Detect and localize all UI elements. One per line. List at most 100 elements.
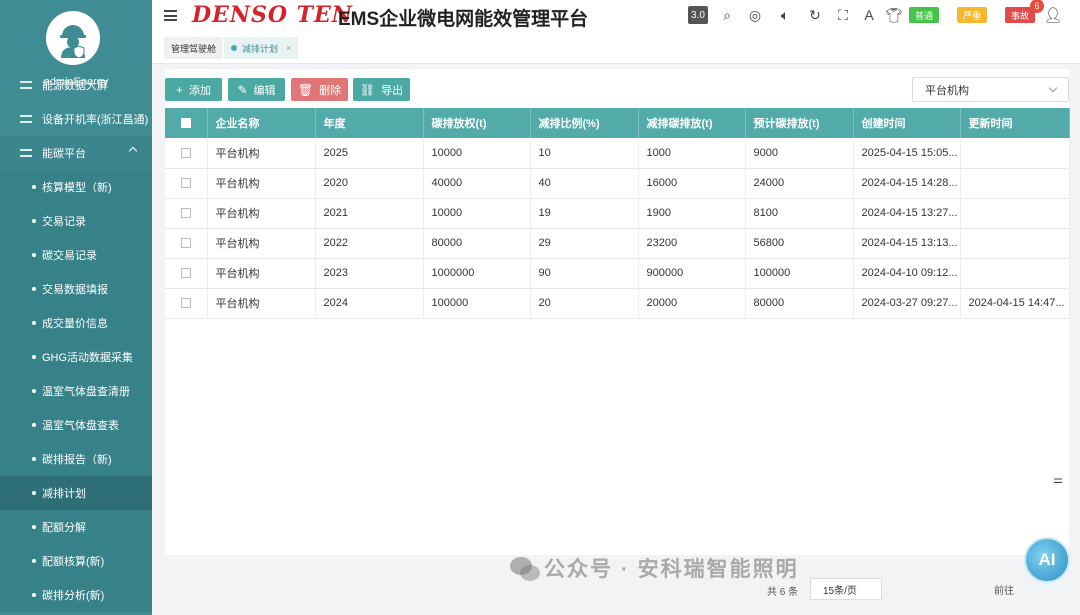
- column-header[interactable]: 预计碳排放(t): [745, 108, 854, 138]
- goto-label: 前往: [994, 586, 1014, 597]
- column-header[interactable]: 创建时间: [853, 108, 961, 138]
- chevron-up-icon[interactable]: [128, 146, 138, 156]
- column-header[interactable]: 减排碳排放(t): [638, 108, 746, 138]
- watermark-text: 公众号 · 安科瑞智能照明: [544, 558, 799, 581]
- export-button[interactable]: ⛓︎ 导出: [353, 78, 410, 101]
- menu-icon: [20, 149, 32, 157]
- menu-toggle-icon[interactable]: [164, 10, 177, 21]
- sidebar-item-6[interactable]: 交易数据填报: [0, 272, 152, 306]
- table-cell: 平台机构: [207, 198, 316, 229]
- select-all-checkbox[interactable]: [165, 108, 208, 138]
- sidebar-item-3[interactable]: 核算模型（新): [0, 170, 152, 204]
- menu-icon: [20, 115, 32, 123]
- sidebar-item-11[interactable]: 碳排报告（新): [0, 442, 152, 476]
- tabs-bar: 管理驾驶舱 减排计划 ×: [152, 33, 1080, 64]
- sidebar-item-0[interactable]: 能源数据大屏: [0, 68, 152, 102]
- row-checkbox[interactable]: [165, 138, 208, 169]
- sidebar-item-label: 交易数据填报: [42, 284, 108, 296]
- sidebar-item-label: 碳排报告（新): [42, 454, 112, 466]
- bullet-icon: [32, 457, 36, 461]
- column-settings-icon[interactable]: ⚌: [1053, 473, 1067, 487]
- sidebar-item-9[interactable]: 温室气体盘查清册: [0, 374, 152, 408]
- row-checkbox[interactable]: [165, 168, 208, 199]
- table-cell: 23200: [638, 228, 746, 259]
- tab-reduction-plan[interactable]: 减排计划 ×: [224, 37, 299, 59]
- column-header[interactable]: 年度: [315, 108, 424, 138]
- table-cell: 20000: [638, 288, 746, 319]
- total-count: 共 6 条: [767, 587, 799, 598]
- table-cell: 2025: [315, 138, 424, 169]
- user-icon[interactable]: 👤︎: [1043, 6, 1062, 24]
- avatar[interactable]: [46, 11, 100, 65]
- sidebar-item-14[interactable]: 配额核算(新): [0, 544, 152, 578]
- sidebar-item-label: 碳排分析(新): [42, 590, 105, 602]
- page-size-select[interactable]: 15条/页: [810, 578, 882, 600]
- column-header[interactable]: 碳排放权(t): [423, 108, 531, 138]
- tab-dashboard[interactable]: 管理驾驶舱: [164, 37, 224, 59]
- table-row[interactable]: 平台机构 2024 100000 20 20000 80000 2024-03-27 09:…: [165, 288, 1070, 319]
- delete-button[interactable]: 🗑︎ 删除: [291, 78, 348, 101]
- table-cell: 1900: [638, 198, 746, 229]
- checkbox-icon: [180, 298, 191, 309]
- column-header[interactable]: 更新时间: [960, 108, 1070, 138]
- sidebar-item-4[interactable]: 交易记录: [0, 204, 152, 238]
- table-row[interactable]: 平台机构 2023 1000000 90 900000 100000 2024-04-10 …: [165, 258, 1070, 289]
- refresh-icon[interactable]: ↻: [806, 6, 824, 24]
- plus-icon: +: [175, 82, 183, 97]
- link-icon: ⛓︎: [359, 82, 376, 97]
- table-cell: 10: [530, 138, 639, 169]
- alarm-normal-tag[interactable]: 普通: [909, 7, 940, 23]
- table-cell: 10000: [423, 138, 531, 169]
- sidebar-item-1[interactable]: 设备开机率(浙江昌通): [0, 102, 152, 136]
- checkbox-icon: [180, 147, 191, 158]
- table-row[interactable]: 平台机构 2020 40000 40 16000 24000 2024-04-15 14:2…: [165, 168, 1070, 199]
- table-cell: 平台机构: [207, 288, 316, 319]
- sidebar-item-13[interactable]: 配额分解: [0, 510, 152, 544]
- translate-icon[interactable]: A: [860, 6, 878, 24]
- sidebar-item-12[interactable]: 减排计划: [0, 476, 152, 510]
- row-checkbox[interactable]: [165, 258, 208, 289]
- bullet-icon: [32, 185, 36, 189]
- column-header[interactable]: 企业名称: [207, 108, 316, 138]
- sidebar-item-label: 交易记录: [42, 216, 86, 228]
- sidebar-item-10[interactable]: 温室气体盘查表: [0, 408, 152, 442]
- sidebar-item-15[interactable]: 碳排分析(新): [0, 578, 152, 612]
- table-cell: 16000: [638, 168, 746, 199]
- sidebar-item-label: 核算模型（新): [42, 182, 112, 194]
- worker-avatar-icon: [60, 25, 86, 58]
- bullet-icon: [32, 389, 36, 393]
- close-icon[interactable]: ×: [286, 43, 291, 53]
- table-cell: 29: [530, 228, 639, 259]
- table-cell: 80000: [423, 228, 531, 259]
- volume-icon[interactable]: 🔈︎: [776, 6, 794, 24]
- edit-button[interactable]: ✎ 编辑: [228, 78, 285, 101]
- sidebar-item-label: 成交量价信息: [42, 318, 108, 330]
- tab-label: 减排计划: [242, 43, 279, 54]
- table-cell: [960, 258, 1070, 289]
- row-checkbox[interactable]: [165, 288, 208, 319]
- version-badge[interactable]: 3.0: [688, 6, 708, 24]
- organization-select[interactable]: 平台机构: [912, 77, 1069, 102]
- fullscreen-icon[interactable]: ⛶: [834, 6, 852, 24]
- row-checkbox[interactable]: [165, 198, 208, 229]
- search-icon[interactable]: ⌕: [718, 6, 736, 24]
- theme-icon[interactable]: 👕︎: [885, 6, 903, 24]
- sidebar-item-7[interactable]: 成交量价信息: [0, 306, 152, 340]
- sidebar-item-2[interactable]: 能碳平台: [0, 136, 152, 170]
- column-header[interactable]: 减排比例(%): [530, 108, 639, 138]
- help-icon[interactable]: ◎: [746, 6, 764, 24]
- sidebar-item-8[interactable]: GHG活动数据采集: [0, 340, 152, 374]
- ai-assistant-badge[interactable]: AI: [1024, 537, 1070, 583]
- table-row[interactable]: 平台机构 2022 80000 29 23200 56800 2024-04-15 13:1…: [165, 228, 1070, 259]
- row-checkbox[interactable]: [165, 228, 208, 259]
- table-row[interactable]: 平台机构 2025 10000 10 1000 9000 2025-04-15 15:05.…: [165, 138, 1070, 169]
- table-cell: 8100: [745, 198, 854, 229]
- table-row[interactable]: 平台机构 2021 10000 19 1900 8100 2024-04-15 13:27.…: [165, 198, 1070, 229]
- sidebar-item-5[interactable]: 碳交易记录: [0, 238, 152, 272]
- sidebar-item-label: 配额核算(新): [42, 556, 105, 568]
- pencil-icon: ✎: [237, 82, 248, 97]
- add-button[interactable]: + 添加: [165, 78, 222, 101]
- sidebar: adminEnergy 能源数据大屏 设备开机率(浙江昌通) 能碳平台 核算模型（新)…: [0, 0, 152, 615]
- reduction-plan-table: 企业名称 年度 碳排放权(t) 减排比例(%) 减排碳排放(t) 预计碳排放(t) 创建时间…: [165, 108, 1070, 319]
- alarm-serious-tag[interactable]: 严重: [957, 7, 988, 23]
